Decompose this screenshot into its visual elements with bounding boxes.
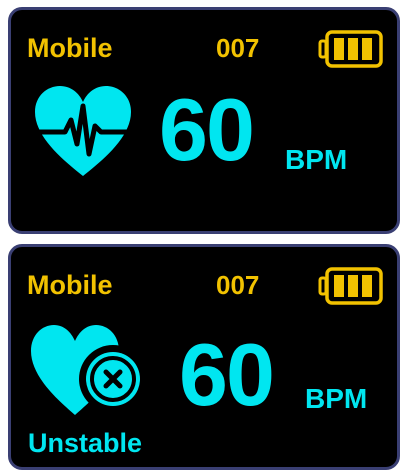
device-id: 007 [216, 270, 260, 300]
battery-full-icon [318, 30, 383, 68]
device-id: 007 [216, 33, 260, 63]
status-text: Unstable [28, 428, 143, 458]
bpm-unit: BPM [285, 144, 348, 175]
bpm-unit: BPM [305, 383, 368, 414]
heartbeat-icon [32, 86, 134, 176]
bpm-value: 60 [179, 325, 275, 424]
battery-full-icon [318, 267, 383, 305]
heart-unstable-icon [31, 325, 147, 415]
mode-label: Mobile [27, 33, 113, 63]
bpm-value: 60 [159, 80, 255, 179]
monitor-panel-unstable: Mobile 007 60 BPM Unstable [8, 244, 400, 470]
mode-label: Mobile [27, 270, 113, 300]
monitor-panel-stable: Mobile 007 60 BPM [8, 7, 400, 234]
